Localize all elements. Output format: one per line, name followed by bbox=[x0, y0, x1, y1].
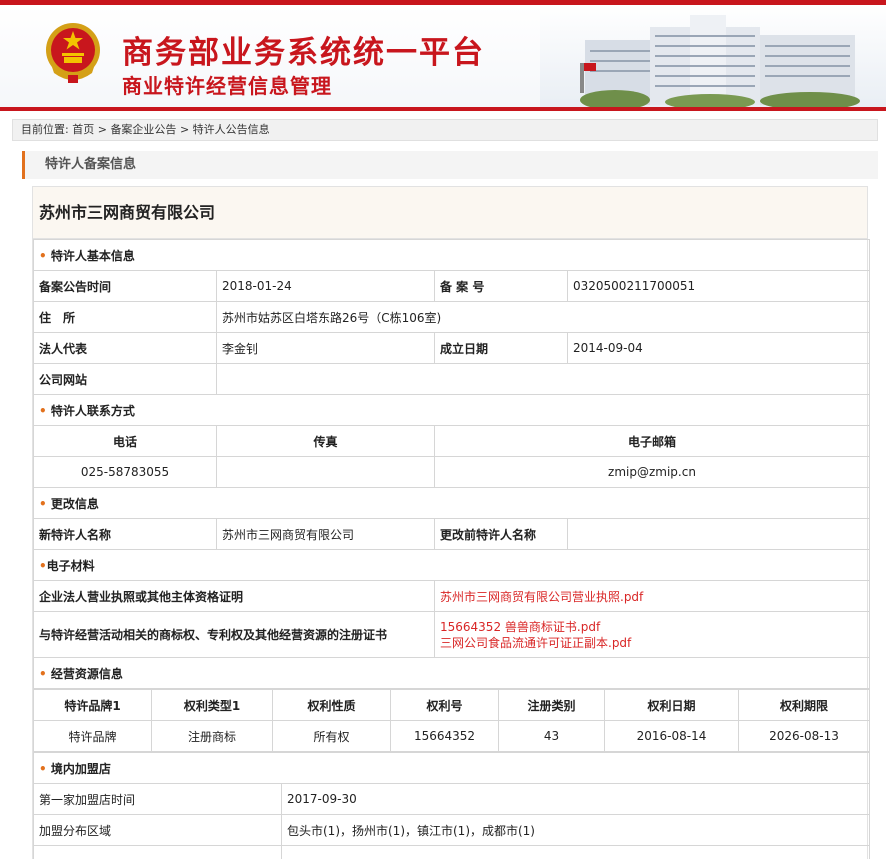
record-no-label: 备 案 号 bbox=[434, 270, 568, 302]
materials-heading: •电子材料 bbox=[33, 549, 870, 581]
breadcrumb-home-link[interactable]: 首页 bbox=[72, 123, 94, 136]
bullet-icon: • bbox=[39, 558, 47, 573]
website-label: 公司网站 bbox=[33, 363, 217, 395]
license-file-link[interactable]: 苏州市三网商贸有限公司营业执照.pdf bbox=[440, 590, 643, 604]
license-cell: 苏州市三网商贸有限公司营业执照.pdf bbox=[434, 580, 870, 612]
section-title: 特许人备案信息 bbox=[22, 151, 878, 179]
address-value: 苏州市姑苏区白塔东路26号（C栋106室) bbox=[216, 301, 870, 333]
table-row: 特许品牌 注册商标 所有权 15664352 43 2016-08-14 202… bbox=[33, 720, 870, 752]
platform-title: 商务部业务系统统一平台 bbox=[122, 35, 485, 71]
resources-cell: 2016-08-14 bbox=[604, 720, 739, 752]
license-label: 企业法人营业执照或其他主体资格证明 bbox=[33, 580, 435, 612]
new-name-value: 苏州市三网商贸有限公司 bbox=[216, 518, 435, 550]
rights-files-cell: 15664352 兽兽商标证书.pdf 三网公司食品流通许可证正副本.pdf bbox=[434, 611, 870, 658]
resources-cell: 注册商标 bbox=[151, 720, 273, 752]
distribution-label: 加盟分布区域 bbox=[33, 814, 282, 846]
record-no-value: 0320500211700051 bbox=[567, 270, 870, 302]
resources-cell: 43 bbox=[498, 720, 605, 752]
email-label: 电子邮箱 bbox=[434, 425, 870, 457]
distribution-value: 包头市(1)，扬州市(1)，镇江市(1)，成都市(1) bbox=[281, 814, 870, 846]
rights-file-link[interactable]: 15664352 兽兽商标证书.pdf bbox=[440, 619, 864, 635]
company-name: 苏州市三网商贸有限公司 bbox=[33, 187, 867, 239]
resources-cell: 特许品牌 bbox=[33, 720, 152, 752]
breadcrumb-separator: > bbox=[97, 123, 107, 136]
resources-col-header: 注册类别 bbox=[498, 689, 605, 721]
breadcrumb-current: 特许人公告信息 bbox=[192, 123, 270, 136]
resources-cell: 所有权 bbox=[272, 720, 391, 752]
legal-rep-value: 李金钊 bbox=[216, 332, 435, 364]
change-heading: • 更改信息 bbox=[33, 487, 870, 519]
stores-table: • 境内加盟店 第一家加盟店时间 2017-09-30 加盟分布区域 包头市(1… bbox=[33, 752, 870, 859]
legal-rep-label: 法人代表 bbox=[33, 332, 217, 364]
resources-col-header: 权利日期 bbox=[604, 689, 739, 721]
bullet-icon: • bbox=[39, 761, 47, 776]
resources-table: 特许品牌1 权利类型1 权利性质 权利号 注册类别 权利日期 权利期限 特许品牌… bbox=[33, 689, 870, 752]
breadcrumb-announcement-link[interactable]: 备案企业公告 bbox=[110, 123, 176, 136]
resources-col-header: 权利号 bbox=[390, 689, 499, 721]
contact-heading: • 特许人联系方式 bbox=[33, 394, 870, 426]
resources-header-row: 特许品牌1 权利类型1 权利性质 权利号 注册类别 权利日期 权利期限 bbox=[33, 689, 870, 721]
phone-label: 电话 bbox=[33, 425, 217, 457]
fax-value bbox=[216, 456, 435, 488]
established-label: 成立日期 bbox=[434, 332, 568, 364]
basic-info-table: • 特许人基本信息 备案公告时间 2018-01-24 备 案 号 032050… bbox=[33, 239, 870, 689]
resources-col-header: 权利性质 bbox=[272, 689, 391, 721]
bullet-icon: • bbox=[39, 666, 47, 681]
resources-heading: • 经营资源信息 bbox=[33, 657, 870, 689]
table-row bbox=[33, 845, 282, 859]
franchisor-info-panel: 苏州市三网商贸有限公司 • 特许人基本信息 备案公告时间 2018-01-24 … bbox=[32, 186, 870, 859]
announce-time-label: 备案公告时间 bbox=[33, 270, 217, 302]
fax-label: 传真 bbox=[216, 425, 435, 457]
established-value: 2014-09-04 bbox=[567, 332, 870, 364]
email-value: zmip@zmip.cn bbox=[434, 456, 870, 488]
first-store-time-label: 第一家加盟店时间 bbox=[33, 783, 282, 815]
breadcrumb-prefix: 目前位置: bbox=[21, 123, 69, 136]
resources-col-header: 权利类型1 bbox=[151, 689, 273, 721]
resources-cell: 2026-08-13 bbox=[738, 720, 870, 752]
stores-heading: • 境内加盟店 bbox=[33, 752, 870, 784]
new-name-label: 新特许人名称 bbox=[33, 518, 217, 550]
resources-cell: 15664352 bbox=[390, 720, 499, 752]
government-building-image bbox=[540, 5, 886, 107]
breadcrumb: 目前位置: 首页 > 备案企业公告 > 特许人公告信息 bbox=[12, 119, 878, 141]
phone-value: 025-58783055 bbox=[33, 456, 217, 488]
website-value bbox=[216, 363, 870, 395]
platform-subtitle: 商业特许经营信息管理 bbox=[122, 74, 332, 98]
resources-col-header: 特许品牌1 bbox=[33, 689, 152, 721]
rights-file-link[interactable]: 三网公司食品流通许可证正副本.pdf bbox=[440, 635, 864, 651]
breadcrumb-separator: > bbox=[179, 123, 190, 136]
old-name-value bbox=[567, 518, 870, 550]
national-emblem-icon bbox=[46, 23, 100, 83]
resources-col-header: 权利期限 bbox=[738, 689, 870, 721]
first-store-time-value: 2017-09-30 bbox=[281, 783, 870, 815]
bullet-icon: • bbox=[39, 403, 47, 418]
basic-info-heading: • 特许人基本信息 bbox=[33, 239, 870, 271]
address-label: 住 所 bbox=[33, 301, 217, 333]
announce-time-value: 2018-01-24 bbox=[216, 270, 435, 302]
bullet-icon: • bbox=[39, 248, 47, 263]
header-bottom-stripe bbox=[0, 107, 886, 111]
old-name-label: 更改前特许人名称 bbox=[434, 518, 568, 550]
site-header: 商务部业务系统统一平台 商业特许经营信息管理 bbox=[0, 5, 886, 107]
rights-label: 与特许经营活动相关的商标权、专利权及其他经营资源的注册证书 bbox=[33, 611, 435, 658]
table-row bbox=[281, 845, 870, 859]
bullet-icon: • bbox=[39, 496, 47, 511]
